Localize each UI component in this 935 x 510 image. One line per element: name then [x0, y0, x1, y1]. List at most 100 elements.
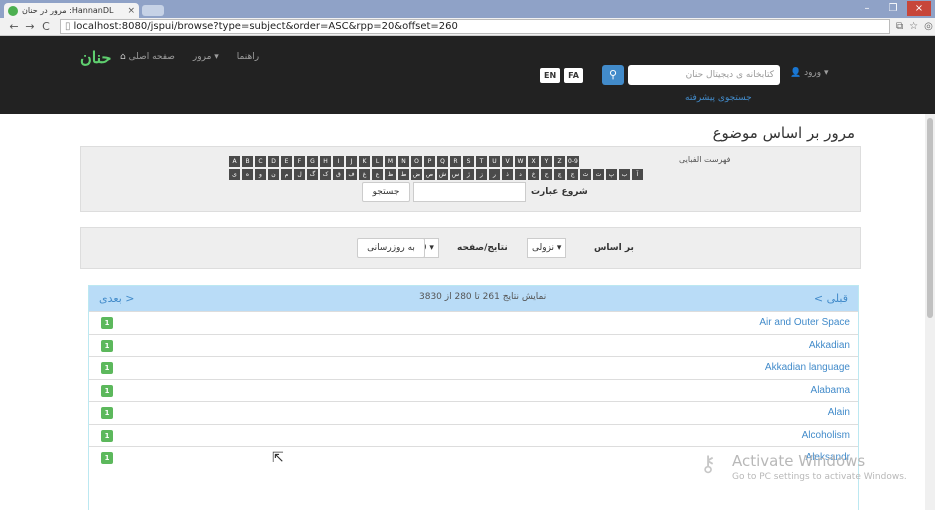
letter-link[interactable]: چ — [554, 169, 565, 180]
letter-link[interactable]: گ — [307, 169, 318, 180]
page-scrollbar[interactable] — [925, 114, 935, 510]
letter-link[interactable]: A — [229, 156, 240, 167]
letter-link[interactable]: م — [281, 169, 292, 180]
letter-link[interactable]: V — [502, 156, 513, 167]
letter-link[interactable]: ر — [489, 169, 500, 180]
site-logo[interactable]: حنان — [80, 48, 111, 67]
letter-link[interactable]: T — [476, 156, 487, 167]
maximize-button[interactable]: ❐ — [881, 1, 905, 16]
letter-link[interactable]: ه — [242, 169, 253, 180]
count-badge: 1 — [101, 362, 113, 374]
letter-link[interactable]: د — [515, 169, 526, 180]
letter-link[interactable]: ذ — [502, 169, 513, 180]
letter-link[interactable]: X — [528, 156, 539, 167]
letter-link[interactable]: و — [255, 169, 266, 180]
login-menu[interactable]: 👤 ورود ▾ — [790, 68, 829, 78]
letter-link[interactable]: غ — [359, 169, 370, 180]
letter-link[interactable]: ی — [229, 169, 240, 180]
letter-link[interactable]: ق — [333, 169, 344, 180]
sort-order-select[interactable]: نزولی ▾ — [527, 238, 567, 258]
letter-link[interactable]: J — [346, 156, 357, 167]
letter-link[interactable]: Q — [437, 156, 448, 167]
letter-link[interactable]: R — [450, 156, 461, 167]
letter-link[interactable]: ب — [619, 169, 630, 180]
letter-link[interactable]: O — [411, 156, 422, 167]
watermark-subtitle: Go to PC settings to activate Windows. — [732, 472, 907, 482]
letter-link[interactable]: U — [489, 156, 500, 167]
starts-with-input[interactable] — [413, 182, 526, 202]
back-button[interactable]: ← — [6, 20, 22, 33]
reload-button[interactable]: C — [38, 20, 54, 33]
lang-en-button[interactable]: EN — [540, 68, 561, 83]
letter-link[interactable]: K — [359, 156, 370, 167]
nav-help[interactable]: راهنما — [237, 52, 259, 62]
letter-link[interactable]: F — [294, 156, 305, 167]
letter-link[interactable]: P — [424, 156, 435, 167]
subject-link[interactable]: Alcoholism — [802, 430, 850, 441]
next-page-link[interactable]: بعدی > — [99, 292, 134, 305]
letter-link[interactable]: پ — [606, 169, 617, 180]
letter-link[interactable]: I — [333, 156, 344, 167]
letter-link[interactable]: س — [450, 169, 461, 180]
letter-link[interactable]: ک — [320, 169, 331, 180]
letter-link[interactable]: D — [268, 156, 279, 167]
letter-link[interactable]: ش — [437, 169, 448, 180]
prev-page-link[interactable]: < قبلی — [814, 292, 848, 305]
letter-link[interactable]: M — [385, 156, 396, 167]
subject-link[interactable]: Akkadian — [809, 340, 850, 351]
scrollbar-thumb[interactable] — [927, 118, 933, 318]
tab-close-icon[interactable]: × — [127, 6, 135, 16]
letter-link[interactable]: ع — [372, 169, 383, 180]
globe-icon[interactable]: ◎ — [924, 21, 933, 32]
jump-search-button[interactable]: جستجو — [362, 182, 410, 202]
translate-icon[interactable]: ⧉ — [896, 21, 903, 32]
letter-link[interactable]: ح — [541, 169, 552, 180]
letter-link[interactable]: ژ — [463, 169, 474, 180]
letter-link[interactable]: ف — [346, 169, 357, 180]
letter-link[interactable]: ز — [476, 169, 487, 180]
letter-link[interactable]: ل — [294, 169, 305, 180]
letter-link[interactable]: H — [320, 156, 331, 167]
letter-link[interactable]: ص — [424, 169, 435, 180]
letter-link[interactable]: ج — [567, 169, 578, 180]
letter-link[interactable]: C — [255, 156, 266, 167]
letter-link[interactable]: S — [463, 156, 474, 167]
letter-link[interactable]: آ — [632, 169, 643, 180]
letter-link[interactable]: ض — [411, 169, 422, 180]
login-label: ورود ▾ — [804, 68, 829, 78]
subject-link[interactable]: Akkadian language — [765, 362, 850, 373]
letter-link[interactable]: G — [307, 156, 318, 167]
minimize-button[interactable]: – — [855, 1, 879, 16]
letter-link[interactable]: ظ — [385, 169, 396, 180]
letter-link[interactable]: Y — [541, 156, 552, 167]
search-button[interactable]: ⚲ — [602, 65, 624, 85]
letter-link[interactable]: E — [281, 156, 292, 167]
subject-link[interactable]: Alain — [828, 407, 850, 418]
letter-link[interactable]: ط — [398, 169, 409, 180]
address-bar[interactable]: ▯ localhost:8080/jspui/browse?type=subjec… — [60, 19, 890, 34]
advanced-search-link[interactable]: جستجوی پیشرفته — [685, 93, 752, 103]
lang-fa-button[interactable]: FA — [564, 68, 583, 83]
nav-browse[interactable]: مرور ▾ — [193, 52, 219, 62]
close-window-button[interactable]: × — [907, 1, 931, 16]
letter-link[interactable]: ن — [268, 169, 279, 180]
letter-link[interactable]: N — [398, 156, 409, 167]
page-icon: ▯ — [65, 21, 71, 32]
forward-button[interactable]: → — [22, 20, 38, 33]
search-input[interactable]: کتابخانه ی دیجیتال حنان — [628, 65, 780, 85]
letter-link[interactable]: 0-9 — [567, 156, 579, 167]
letter-link[interactable]: خ — [528, 169, 539, 180]
subject-link[interactable]: Alabama — [811, 385, 850, 396]
bookmark-star-icon[interactable]: ☆ — [909, 21, 918, 32]
letter-link[interactable]: ث — [580, 169, 591, 180]
letter-link[interactable]: Z — [554, 156, 565, 167]
subject-link[interactable]: Air and Outer Space — [759, 317, 850, 328]
browser-tab[interactable]: مرور در حنان :HannanDL × — [4, 3, 139, 18]
update-button[interactable]: به روزرسانی — [357, 238, 425, 258]
nav-home[interactable]: ⌂ صفحه اصلی — [120, 52, 175, 62]
letter-link[interactable]: ت — [593, 169, 604, 180]
letter-link[interactable]: B — [242, 156, 253, 167]
letter-link[interactable]: L — [372, 156, 383, 167]
letter-link[interactable]: W — [515, 156, 526, 167]
new-tab-button[interactable] — [142, 5, 164, 16]
